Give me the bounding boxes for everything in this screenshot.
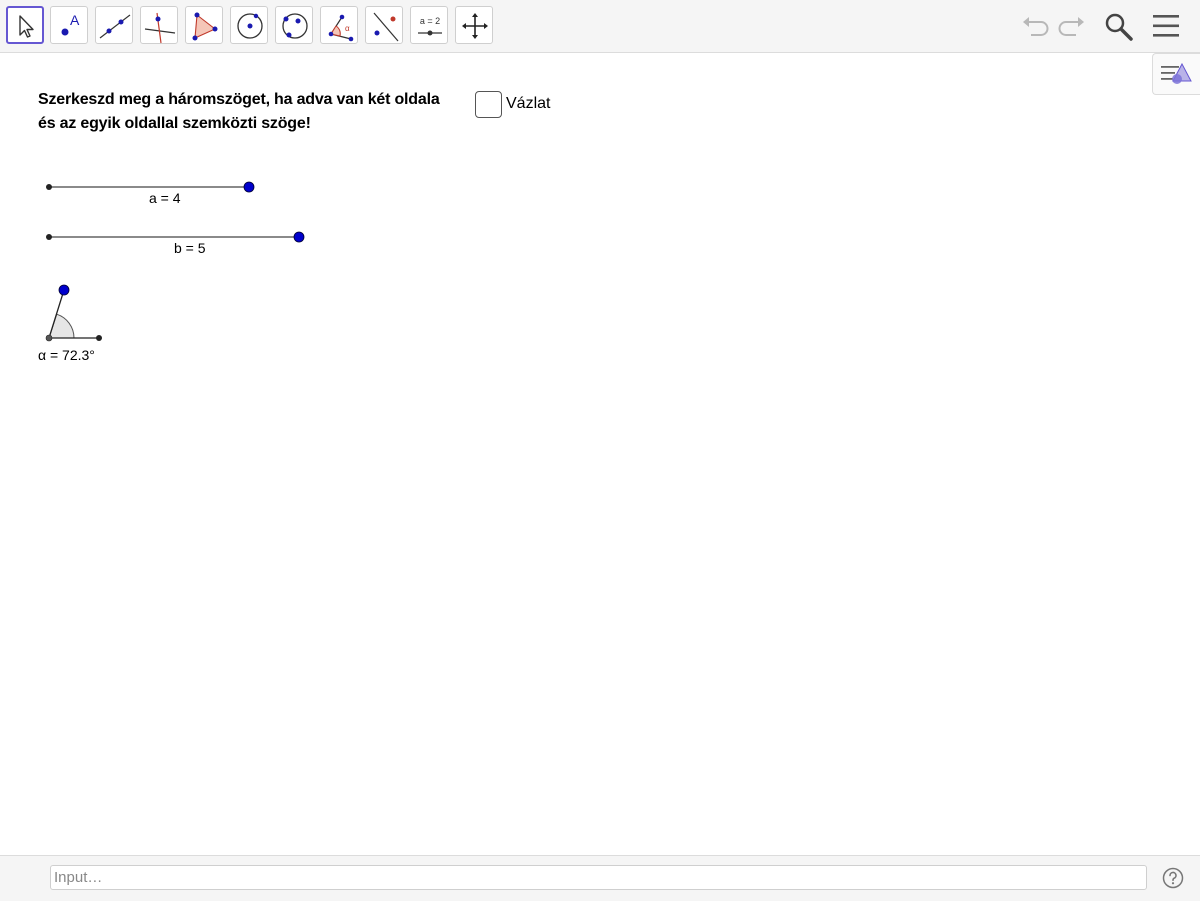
circle-three-points-tool[interactable] [275,6,313,44]
polygon-tool[interactable] [185,6,223,44]
task-line-2: és az egyik oldallal szemközti szöge! [38,115,311,132]
construction-drawing [45,181,305,342]
segment-a-start-point [46,184,52,190]
angle-base-point [96,335,102,341]
segment-b-end-point[interactable] [293,231,305,243]
toolbar: A α a = 2 [0,0,1200,53]
slider-tool[interactable]: a = 2 [410,6,448,44]
angle-tool[interactable]: α [320,6,358,44]
line-tool[interactable] [95,6,133,44]
reflect-tool-icon [373,12,399,42]
angle-tool-glyph: α [345,24,350,33]
angle-arm-point[interactable] [58,284,70,296]
move-graphics-view-tool[interactable] [455,6,493,44]
undo-icon[interactable] [1019,10,1051,42]
angle-tool-icon: α [328,14,354,42]
polygon-tool-icon [192,12,218,41]
task-line-1: Szerkeszd meg a háromszöget, ha adva van… [38,91,440,108]
angle-vertex-point [45,334,53,342]
point-tool-glyph: A [70,12,80,28]
graphics-view[interactable]: Szerkeszd meg a háromszöget, ha adva van… [0,53,1200,855]
point-tool[interactable]: A [50,6,88,44]
point-tool-icon: A [61,12,80,36]
segment-b-label: b = 5 [174,240,206,256]
algebra-input[interactable] [50,865,1147,890]
perpendicular-line-tool[interactable] [140,6,178,44]
perpendicular-line-tool-icon [144,12,176,44]
move-tool-icon [19,15,34,38]
style-bar-toggle-icon [1161,62,1192,84]
circle-center-point-tool-icon [237,13,263,39]
angle-alpha-label: α = 72.3° [38,347,95,363]
circle-three-points-tool-icon [282,13,308,39]
vazlat-checkbox[interactable] [475,91,502,118]
circle-center-point-tool[interactable] [230,6,268,44]
segment-a-label: a = 4 [149,190,181,206]
segment-b-start-point [46,234,52,240]
slider-tool-icon: a = 2 [418,16,442,36]
reflect-tool[interactable] [365,6,403,44]
vazlat-checkbox-label[interactable]: Vázlat [506,95,550,113]
segment-a-end-point[interactable] [243,181,255,193]
move-graphics-view-tool-icon [462,13,488,39]
input-bar [0,855,1200,901]
help-icon[interactable] [1162,867,1184,889]
task-text: Szerkeszd meg a háromszöget, ha adva van… [38,88,458,136]
move-tool[interactable] [6,6,44,44]
menu-icon[interactable] [1150,10,1182,42]
line-tool-icon [99,14,131,39]
redo-icon[interactable] [1056,10,1088,42]
slider-tool-glyph: a = 2 [420,16,440,26]
style-bar-toggle[interactable] [1152,53,1200,95]
search-icon[interactable] [1102,10,1134,42]
